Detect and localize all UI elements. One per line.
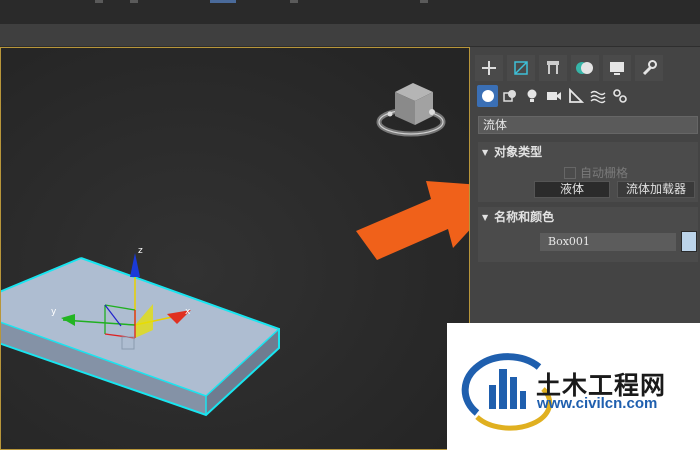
rollout-header[interactable]: ▼ 对象类型 (478, 142, 698, 162)
y-axis-label: y (51, 307, 57, 317)
x-axis-label: x (185, 307, 191, 317)
checkbox-box (564, 167, 576, 179)
rollout-object-type: ▼ 对象类型 自动栅格 液体 流体加载器 (478, 142, 698, 202)
rollout-header[interactable]: ▼ 名称和颜色 (478, 207, 698, 227)
title-mark (95, 0, 103, 3)
plus-icon (482, 61, 496, 75)
fluid-loader-button[interactable]: 流体加载器 (617, 181, 695, 198)
liquid-button[interactable]: 液体 (534, 181, 610, 198)
ruler-icon (568, 88, 584, 103)
shapes-button[interactable] (499, 85, 520, 107)
tab-display[interactable] (603, 55, 631, 81)
motion-icon (576, 62, 593, 74)
checkbox-label: 自动栅格 (580, 166, 629, 180)
title-mark (420, 0, 428, 3)
cameras-button[interactable] (543, 85, 564, 107)
modify-icon (514, 61, 528, 75)
title-mark (290, 0, 298, 3)
sphere-icon (481, 90, 494, 102)
bulb-icon (527, 89, 536, 102)
tab-modify[interactable] (507, 55, 535, 81)
title-mark (130, 0, 138, 3)
command-panel-tabs (475, 55, 663, 81)
create-category-row (477, 85, 630, 109)
watermark-logo: 土木工程网 www.civilcn.com (447, 323, 700, 450)
rollout-title: 名称和颜色 (494, 210, 555, 224)
object-category-dropdown[interactable]: 流体 (478, 116, 698, 134)
collapse-arrow-icon: ▼ (482, 148, 489, 157)
viewport-scene: z y x (1, 48, 469, 449)
tab-motion[interactable] (571, 55, 599, 81)
helpers-button[interactable] (565, 85, 586, 107)
geometry-button[interactable] (477, 85, 498, 107)
systems-button[interactable] (609, 85, 630, 107)
rollout-name-and-color: ▼ 名称和颜色 Box001 (478, 207, 698, 262)
rollout-title: 对象类型 (494, 145, 543, 159)
camera-icon (546, 92, 561, 100)
title-accent (210, 0, 236, 3)
autogrid-checkbox[interactable]: 自动栅格 (564, 166, 628, 180)
menu-bar (0, 24, 700, 47)
tab-utilities[interactable] (635, 55, 663, 81)
watermark-url: www.civilcn.com (537, 395, 658, 412)
perspective-viewport[interactable]: z y x (0, 47, 470, 450)
title-strip (0, 0, 700, 24)
wave-icon (590, 90, 605, 104)
gears-icon (612, 89, 627, 103)
wrench-icon (642, 60, 657, 76)
monitor-icon (610, 62, 624, 75)
tab-hierarchy[interactable] (539, 55, 567, 81)
object-color-swatch[interactable] (681, 231, 697, 252)
z-axis-label: z (138, 246, 143, 256)
hierarchy-icon (547, 61, 559, 74)
collapse-arrow-icon: ▼ (482, 213, 489, 222)
object-name-field[interactable]: Box001 (540, 233, 676, 251)
spacewarps-button[interactable] (587, 85, 608, 107)
shapes-icon (502, 90, 516, 102)
lights-button[interactable] (521, 85, 542, 107)
tab-create[interactable] (475, 55, 503, 81)
